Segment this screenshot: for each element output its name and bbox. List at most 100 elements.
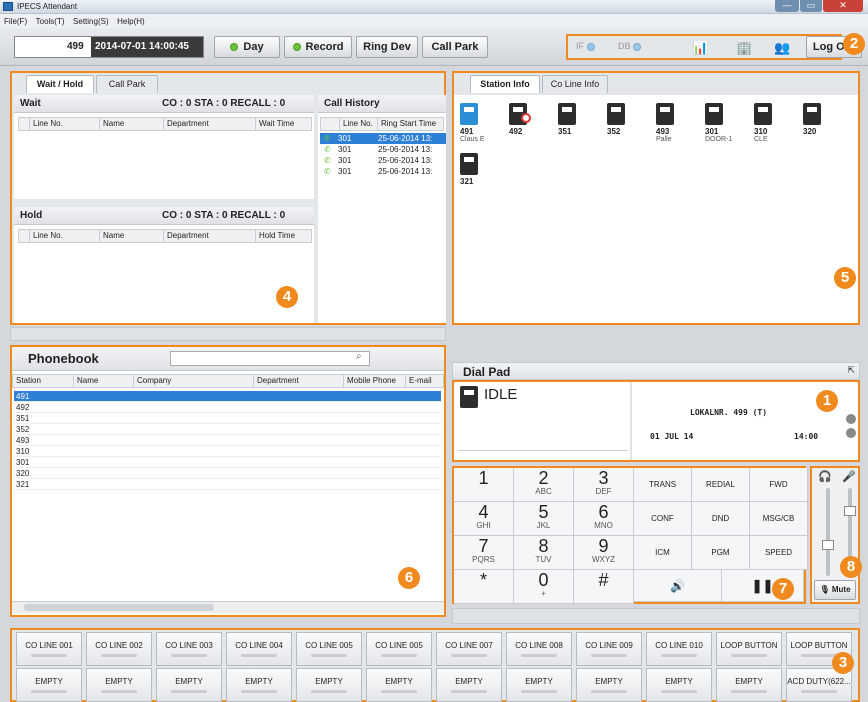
phonebook-row[interactable]: 320 — [14, 468, 441, 479]
function-key[interactable]: SPEED — [750, 536, 808, 570]
phonebook-row[interactable]: 321 — [14, 479, 441, 490]
function-key[interactable]: PGM — [692, 536, 750, 570]
station-item[interactable]: 351 — [558, 103, 602, 149]
station-item[interactable]: 493 Palle — [656, 103, 700, 149]
function-key[interactable]: FWD — [750, 468, 808, 502]
day-button[interactable]: Day — [214, 36, 280, 58]
co-line-button[interactable]: EMPTY — [86, 668, 152, 702]
dial-key[interactable]: 6 MNO — [574, 502, 634, 536]
co-line-button[interactable]: CO LINE 003 — [156, 632, 222, 666]
station-item[interactable]: 301 DOOR-1 — [705, 103, 749, 149]
history-row[interactable]: ✆ 301 25-06-2014 13: — [320, 166, 446, 177]
horizontal-scrollbar[interactable] — [12, 601, 444, 613]
dial-key[interactable]: 2 ABC — [514, 468, 574, 502]
co-line-button[interactable]: EMPTY — [16, 668, 82, 702]
co-line-button[interactable]: CO LINE 001 — [16, 632, 82, 666]
mute-button[interactable]: 🎙 Mute — [814, 580, 856, 600]
maximize-button[interactable]: ▭ — [800, 0, 822, 12]
microphone-icon: 🎤 — [842, 471, 856, 483]
dial-key[interactable]: 3 DEF — [574, 468, 634, 502]
history-row[interactable]: ✆ 301 25-06-2014 13: — [320, 144, 446, 155]
station-item[interactable]: 321 — [460, 153, 504, 199]
ring-dev-button[interactable]: Ring Dev — [356, 36, 418, 58]
co-line-button[interactable]: CO LINE 007 — [436, 632, 502, 666]
co-line-button[interactable]: LOOP BUTTON — [716, 632, 782, 666]
badge-8: 8 — [840, 556, 862, 578]
close-button[interactable]: ✕ — [823, 0, 863, 12]
scroll-down-icon[interactable] — [846, 428, 856, 438]
co-line-button[interactable]: EMPTY — [296, 668, 362, 702]
wait-counts: CO : 0 STA : 0 RECALL : 0 — [162, 98, 286, 109]
co-line-button[interactable]: CO LINE 010 — [646, 632, 712, 666]
station-item[interactable]: 352 — [607, 103, 651, 149]
dial-key[interactable]: 0 + — [514, 570, 574, 604]
building-icon[interactable]: 🏢 — [736, 40, 752, 56]
record-button[interactable]: Record — [284, 36, 352, 58]
dial-key[interactable]: 7 PQRS — [454, 536, 514, 570]
function-key[interactable]: DND — [692, 502, 750, 536]
phonebook-row[interactable]: 301 — [14, 457, 441, 468]
station-item[interactable]: 320 — [803, 103, 847, 149]
dial-key[interactable]: * — [454, 570, 514, 604]
menu-help[interactable]: Help(H) — [117, 17, 145, 26]
menu-file[interactable]: File(F) — [4, 17, 27, 26]
phonebook-search-input[interactable] — [170, 351, 370, 366]
co-line-button[interactable]: EMPTY — [646, 668, 712, 702]
speaker-volume-slider[interactable] — [822, 488, 834, 576]
phonebook-row[interactable]: 310 — [14, 446, 441, 457]
dial-key[interactable]: 5 JKL — [514, 502, 574, 536]
station-item[interactable]: 310 CLE — [754, 103, 798, 149]
dial-key[interactable]: 8 TUV — [514, 536, 574, 570]
speaker-key[interactable]: 🔊 — [634, 570, 722, 602]
function-key[interactable]: ICM — [634, 536, 692, 570]
co-line-button[interactable]: CO LINE 004 — [226, 632, 292, 666]
minimize-button[interactable]: — — [775, 0, 799, 12]
phonebook-row[interactable]: 493 — [14, 435, 441, 446]
station-item[interactable]: 492 — [509, 103, 553, 149]
dial-key[interactable]: 1 — [454, 468, 514, 502]
phonebook-title: Phonebook — [28, 351, 99, 366]
phonebook-row[interactable]: 351 — [14, 413, 441, 424]
co-line-button[interactable]: EMPTY — [576, 668, 642, 702]
tab-wait-hold[interactable]: Wait / Hold — [26, 75, 94, 93]
tab-station-info[interactable]: Station Info — [470, 75, 540, 93]
station-info-panel: Station Info Co Line Info 491 Claus E 492 3… — [452, 71, 860, 325]
function-key[interactable]: TRANS — [634, 468, 692, 502]
db-label: DB — [618, 41, 631, 51]
phonebook-row[interactable]: 492 — [14, 402, 441, 413]
co-line-button[interactable]: CO LINE 005 — [366, 632, 432, 666]
station-item[interactable]: 491 Claus E — [460, 103, 504, 149]
tab-call-park[interactable]: Call Park — [96, 75, 158, 93]
menu-setting[interactable]: Setting(S) — [73, 17, 109, 26]
call-park-button[interactable]: Call Park — [422, 36, 488, 58]
users-icon[interactable]: 👥 — [774, 40, 790, 56]
co-line-button[interactable]: EMPTY — [366, 668, 432, 702]
hold-title: Hold — [20, 210, 43, 221]
menu-tools[interactable]: Tools(T) — [36, 17, 65, 26]
dial-key[interactable]: 4 GHI — [454, 502, 514, 536]
dial-key[interactable]: 9 WXYZ — [574, 536, 634, 570]
co-line-button[interactable]: EMPTY — [716, 668, 782, 702]
tab-co-line-info[interactable]: Co Line Info — [542, 75, 608, 93]
dial-key[interactable]: # — [574, 570, 634, 604]
co-line-button[interactable]: CO LINE 008 — [506, 632, 572, 666]
co-line-button[interactable]: CO LINE 005 — [296, 632, 362, 666]
function-key[interactable]: REDIAL — [692, 468, 750, 502]
phonebook-row[interactable]: 491 — [14, 391, 441, 402]
co-line-button[interactable]: EMPTY — [156, 668, 222, 702]
co-line-button[interactable]: EMPTY — [436, 668, 502, 702]
search-icon[interactable]: ⌕ — [356, 351, 362, 362]
co-line-button[interactable]: CO LINE 002 — [86, 632, 152, 666]
phonebook-row[interactable]: 352 — [14, 424, 441, 435]
history-row[interactable]: ✆ 301 25-06-2014 13: — [320, 155, 446, 166]
chart-icon[interactable]: 📊 — [692, 40, 708, 56]
function-key[interactable]: CONF — [634, 502, 692, 536]
co-line-button[interactable]: EMPTY — [506, 668, 572, 702]
function-key[interactable]: MSG/CB — [750, 502, 808, 536]
co-line-panel: CO LINE 001 CO LINE 002 CO LINE 003 CO LINE… — [10, 628, 860, 702]
co-line-button[interactable]: CO LINE 009 — [576, 632, 642, 666]
expand-icon[interactable]: ⇱ — [847, 365, 855, 376]
history-row[interactable]: ✆ 301 25-06-2014 13: — [320, 133, 446, 144]
co-line-button[interactable]: EMPTY — [226, 668, 292, 702]
scroll-up-icon[interactable] — [846, 414, 856, 424]
